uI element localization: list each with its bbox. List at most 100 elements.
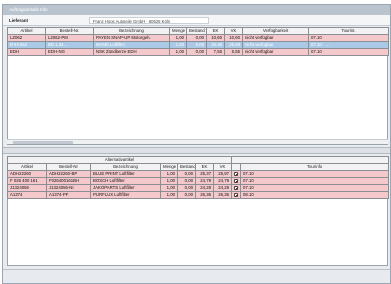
table-cell: 24,79 — [212, 177, 233, 185]
table-cell: 26,36 — [212, 191, 233, 199]
column-header[interactable]: Bezeichnung — [93, 27, 170, 35]
status-right — [344, 274, 384, 280]
table-cell: 10,60 — [224, 34, 243, 42]
column-header[interactable] — [231, 163, 242, 171]
panel-splitter[interactable] — [3, 147, 390, 154]
column-header[interactable]: EK — [206, 27, 225, 35]
table-cell: L2062-PM — [45, 34, 94, 42]
table-cell: 25,37 — [195, 170, 214, 178]
table-cell: F026400161BH — [46, 177, 91, 185]
table-cell: 5,55 — [224, 48, 243, 56]
flag-icon[interactable] — [234, 171, 239, 176]
column-header[interactable]: Tourinfo — [240, 163, 390, 171]
alternatives-group-header: Alternativartikel — [6, 156, 233, 164]
table-cell: 1,00 — [160, 184, 178, 192]
column-header[interactable]: Bestell-Nr — [46, 163, 91, 171]
table-row[interactable]: ADH22260 ADH22260-BP BLUE PRINT Luftfilter… — [7, 170, 390, 178]
column-header[interactable]: Bezeichnung — [90, 163, 161, 171]
table-cell — [231, 177, 242, 185]
table-cell: NSK Zündkerze EDH — [93, 48, 170, 56]
table-cell: 08.10 — [240, 191, 390, 199]
table-cell: 7,55 — [206, 48, 225, 56]
table-cell: EDH — [7, 48, 46, 56]
table-cell: 10,60 — [206, 34, 225, 42]
column-header[interactable]: Artikel — [7, 163, 47, 171]
table-cell: LZ062 — [7, 34, 46, 42]
table-cell: A1374-PF — [46, 191, 91, 199]
table-cell: 0,00 — [186, 48, 207, 56]
alternatives-group-header-right — [231, 156, 390, 164]
table-cell: 1,00 — [169, 48, 187, 56]
table-cell: J1324056 — [7, 184, 47, 192]
table-cell: 0,00 — [177, 191, 196, 199]
table-cell: 24,79 — [195, 177, 214, 185]
supplier-field[interactable]: Franz Hoos Autoteile GmbH · 60625 Köln — [89, 17, 209, 24]
column-header[interactable]: Verfügbarkeit — [242, 27, 309, 35]
table-row[interactable]: B 93 562 BD 1,34... MANN Luftfilter 1,00 0,0… — [7, 41, 389, 49]
table-cell: 07.10 · ... — [308, 41, 389, 49]
column-header[interactable]: VK — [212, 163, 233, 171]
table-cell: MANN Luftfilter — [93, 41, 170, 49]
table-cell: BLUE PRINT Luftfilter — [90, 170, 161, 178]
table-cell: BD 1,34... — [45, 41, 94, 49]
status-middle — [63, 274, 123, 280]
column-header[interactable]: Bestand — [186, 27, 207, 35]
table-cell: 07.10 — [240, 184, 390, 192]
table-row[interactable]: EDH EDH-NG NSK Zündkerze EDH 1,00 0,00 7,55 5,… — [7, 48, 389, 56]
status-left — [9, 274, 39, 280]
window-frame: Auftragsdetails Info Lieferant Franz Hoo… — [2, 4, 391, 284]
flag-icon[interactable] — [234, 178, 239, 183]
table-cell: 07.10 — [240, 170, 390, 178]
table-cell: 25,97 — [212, 170, 233, 178]
table-cell: 1,00 — [160, 170, 178, 178]
table-cell: 24,28 — [195, 184, 214, 192]
table-cell — [231, 191, 242, 199]
table-cell: 0,00 — [177, 177, 196, 185]
table-row[interactable]: LZ062 L2062-PM PAYEN SNAP-UP Motorgeh. 1,00… — [7, 34, 389, 42]
table-cell: BOSCH Luftfilter — [90, 177, 161, 185]
table-cell: 07.10 — [308, 48, 389, 56]
table-cell: ADH22260-BP — [46, 170, 91, 178]
table-cell — [231, 170, 242, 178]
table-cell: 26,36 — [195, 191, 214, 199]
column-header[interactable]: Bestell-Nr. — [45, 27, 94, 35]
table-cell — [231, 184, 242, 192]
table-cell: JAKOPARTS Luftfilter — [90, 184, 161, 192]
table-cell: A1374 — [7, 191, 47, 199]
column-header[interactable]: EK — [195, 163, 214, 171]
table-cell: J1324056-NI — [46, 184, 91, 192]
status-bar — [3, 269, 390, 283]
table-cell: 25,48 — [224, 41, 243, 49]
column-header[interactable]: Tourint. — [308, 27, 389, 35]
table-cell: 0,00 — [186, 41, 207, 49]
flag-icon[interactable] — [234, 192, 239, 197]
table-cell: 07.10 — [240, 177, 390, 185]
table-cell: 07.10 — [308, 34, 389, 42]
top-horizontal-scrollbar[interactable] — [7, 139, 388, 144]
table-cell: 1,00 — [169, 41, 187, 49]
window-title: Auftragsdetails Info — [3, 5, 390, 15]
table-row[interactable]: J1324056 J1324056-NI JAKOPARTS Luftfilter 1… — [7, 184, 390, 192]
table-cell: 0,00 — [186, 34, 207, 42]
table-cell: nicht verfügbar — [242, 41, 309, 49]
column-header[interactable]: Bestand — [177, 163, 196, 171]
table-cell: EDH-NG — [45, 48, 94, 56]
table-cell: F 026 400 161 — [7, 177, 47, 185]
column-header[interactable]: Menge — [160, 163, 178, 171]
table-row[interactable]: F 026 400 161 F026400161BH BOSCH Luftfilte… — [7, 177, 390, 185]
table-cell: 1,00 — [160, 191, 178, 199]
column-header[interactable]: VK — [224, 27, 243, 35]
column-header[interactable]: Menge — [169, 27, 187, 35]
table-cell: PAYEN SNAP-UP Motorgeh. — [93, 34, 170, 42]
column-header[interactable]: Artikel — [7, 27, 46, 35]
alternative-items-table: Alternativartikel Artikel Bestell-Nr Bezei… — [6, 156, 390, 199]
table-row[interactable]: A1374 A1374-PF PURFLUX Luftfilter 1,00 0,00 2… — [7, 191, 390, 199]
supplier-bar: Lieferant Franz Hoos Autoteile GmbH · 60… — [3, 15, 390, 26]
table-cell: 24,28 — [212, 184, 233, 192]
order-items-table: Artikel Bestell-Nr. Bezeichnung Menge Bestan… — [7, 27, 389, 56]
table-cell: 1,00 — [169, 34, 187, 42]
table-cell: B 93 562 — [7, 41, 46, 49]
table-cell: 0,00 — [177, 170, 196, 178]
flag-icon[interactable] — [234, 185, 239, 190]
table-cell: PURFLUX Luftfilter — [90, 191, 161, 199]
